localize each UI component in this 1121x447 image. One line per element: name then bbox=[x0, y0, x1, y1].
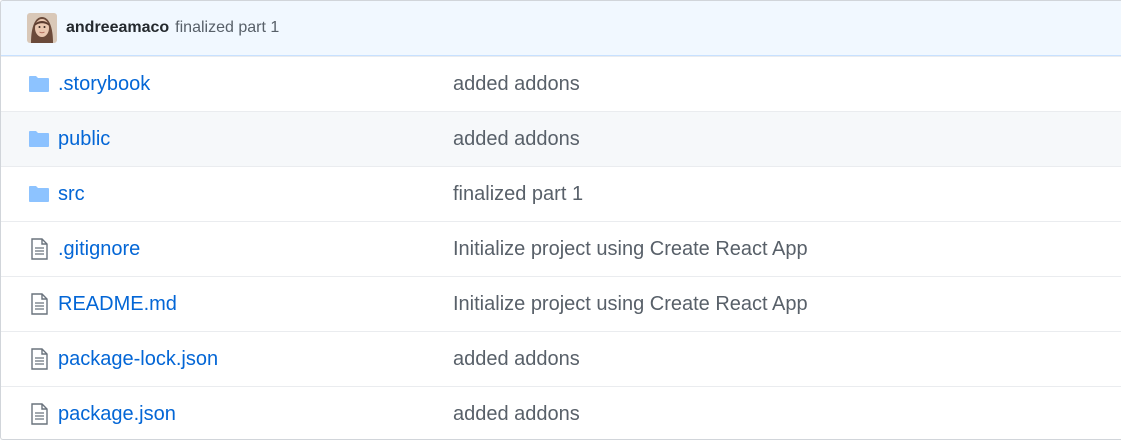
file-icon bbox=[27, 348, 51, 370]
file-commit-message-link[interactable]: added addons bbox=[453, 128, 580, 151]
file-commit-message-link[interactable]: added addons bbox=[453, 403, 580, 426]
file-name-link[interactable]: .storybook bbox=[58, 73, 150, 96]
folder-icon bbox=[27, 75, 51, 93]
file-row[interactable]: package.json added addons bbox=[1, 386, 1121, 439]
file-row[interactable]: package-lock.json added addons bbox=[1, 331, 1121, 386]
file-icon bbox=[27, 238, 51, 260]
avatar[interactable] bbox=[27, 13, 57, 43]
file-commit-message-link[interactable]: finalized part 1 bbox=[453, 183, 583, 206]
file-name-link[interactable]: package.json bbox=[58, 403, 176, 426]
latest-commit-bar: andreeamaco finalized part 1 bbox=[1, 1, 1121, 56]
file-icon bbox=[27, 293, 51, 315]
file-row[interactable]: .gitignore Initialize project using Crea… bbox=[1, 221, 1121, 276]
file-commit-message-link[interactable]: added addons bbox=[453, 348, 580, 371]
file-commit-message-link[interactable]: Initialize project using Create React Ap… bbox=[453, 293, 808, 316]
file-row[interactable]: .storybook added addons bbox=[1, 56, 1121, 111]
file-name-link[interactable]: package-lock.json bbox=[58, 348, 218, 371]
file-commit-message-link[interactable]: added addons bbox=[453, 73, 580, 96]
commit-author-link[interactable]: andreeamaco bbox=[66, 19, 169, 37]
folder-icon bbox=[27, 130, 51, 148]
file-name-link[interactable]: README.md bbox=[58, 293, 177, 316]
file-icon bbox=[27, 403, 51, 425]
file-commit-message-link[interactable]: Initialize project using Create React Ap… bbox=[453, 238, 808, 261]
file-row[interactable]: README.md Initialize project using Creat… bbox=[1, 276, 1121, 331]
file-browser: andreeamaco finalized part 1 .storybook … bbox=[0, 0, 1121, 440]
file-name-link[interactable]: .gitignore bbox=[58, 238, 140, 261]
file-row[interactable]: public added addons bbox=[1, 111, 1121, 166]
folder-icon bbox=[27, 185, 51, 203]
file-name-link[interactable]: public bbox=[58, 128, 110, 151]
file-name-link[interactable]: src bbox=[58, 183, 85, 206]
file-row[interactable]: src finalized part 1 bbox=[1, 166, 1121, 221]
commit-message[interactable]: finalized part 1 bbox=[175, 19, 279, 37]
